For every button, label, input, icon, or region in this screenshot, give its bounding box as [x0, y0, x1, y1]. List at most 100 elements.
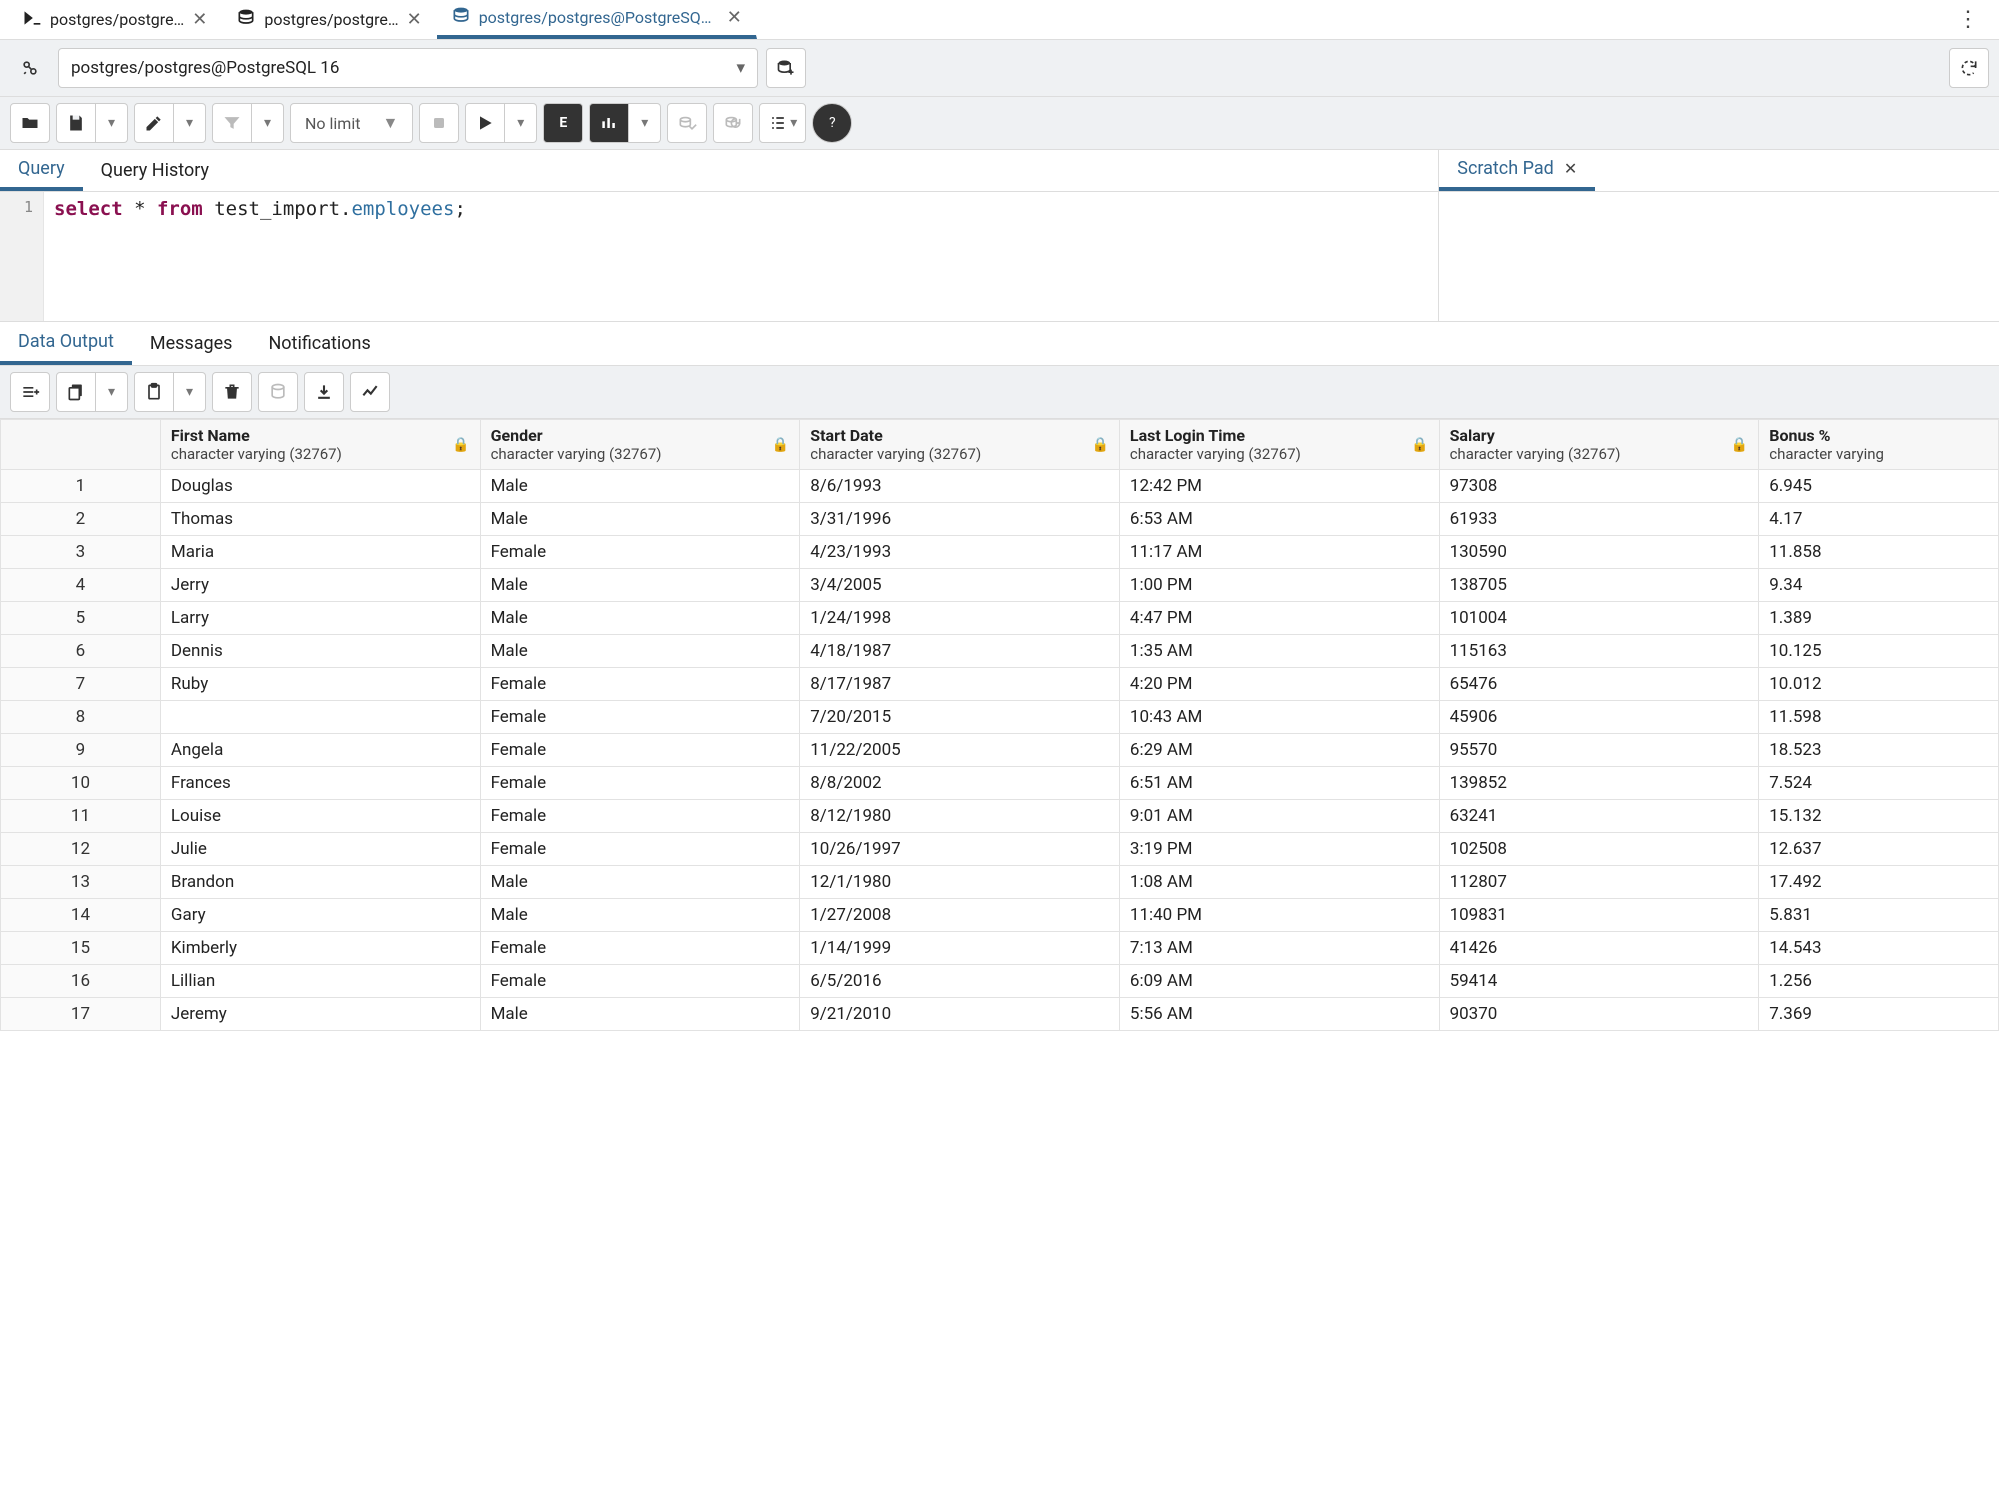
row-number-header[interactable] — [1, 420, 161, 470]
data-cell[interactable]: 90370 — [1439, 998, 1759, 1031]
data-cell[interactable]: 7.369 — [1759, 998, 1999, 1031]
data-cell[interactable]: 8/17/1987 — [800, 668, 1120, 701]
data-cell[interactable]: 1/27/2008 — [800, 899, 1120, 932]
data-cell[interactable]: 1:35 AM — [1119, 635, 1439, 668]
data-cell[interactable]: 1.256 — [1759, 965, 1999, 998]
table-row[interactable]: 3MariaFemale4/23/199311:17 AM13059011.85… — [1, 536, 1999, 569]
data-cell[interactable]: Male — [480, 569, 800, 602]
data-cell[interactable]: Female — [480, 965, 800, 998]
data-cell[interactable]: 63241 — [1439, 800, 1759, 833]
data-cell[interactable]: Lillian — [160, 965, 480, 998]
tab-messages[interactable]: Messages — [132, 322, 251, 365]
data-cell[interactable]: Gary — [160, 899, 480, 932]
data-cell[interactable]: Brandon — [160, 866, 480, 899]
table-row[interactable]: 17JeremyMale9/21/20105:56 AM903707.369 — [1, 998, 1999, 1031]
copy-menu-button[interactable] — [96, 372, 128, 412]
data-cell[interactable]: 10.125 — [1759, 635, 1999, 668]
data-cell[interactable]: 10/26/1997 — [800, 833, 1120, 866]
data-cell[interactable]: 1:08 AM — [1119, 866, 1439, 899]
data-cell[interactable]: Female — [480, 800, 800, 833]
more-menu-icon[interactable]: ⋮ — [1945, 7, 1991, 32]
data-cell[interactable]: Male — [480, 503, 800, 536]
editor-code[interactable]: select * from test_import.employees; — [44, 192, 1438, 321]
tab-scratch-pad[interactable]: Scratch Pad ✕ — [1439, 150, 1595, 191]
close-icon[interactable]: ✕ — [407, 9, 422, 30]
data-cell[interactable]: 6:53 AM — [1119, 503, 1439, 536]
data-cell[interactable]: 65476 — [1439, 668, 1759, 701]
data-cell[interactable]: 11:40 PM — [1119, 899, 1439, 932]
data-cell[interactable]: 3/31/1996 — [800, 503, 1120, 536]
data-cell[interactable]: 8/6/1993 — [800, 470, 1120, 503]
data-cell[interactable]: 139852 — [1439, 767, 1759, 800]
reload-icon[interactable] — [1949, 48, 1989, 88]
add-row-button[interactable] — [10, 372, 50, 412]
rollback-button[interactable] — [713, 103, 753, 143]
data-cell[interactable]: 4:47 PM — [1119, 602, 1439, 635]
data-cell[interactable]: 1:00 PM — [1119, 569, 1439, 602]
data-cell[interactable]: 8/12/1980 — [800, 800, 1120, 833]
table-row[interactable]: 1DouglasMale8/6/199312:42 PM973086.945 — [1, 470, 1999, 503]
row-number-cell[interactable]: 13 — [1, 866, 161, 899]
download-button[interactable] — [304, 372, 344, 412]
help-button[interactable]: ? — [812, 103, 852, 143]
chart-button[interactable] — [350, 372, 390, 412]
data-grid[interactable]: First Namecharacter varying (32767)🔒Gend… — [0, 419, 1999, 1499]
data-cell[interactable]: 12.637 — [1759, 833, 1999, 866]
close-icon[interactable]: ✕ — [1564, 159, 1577, 178]
table-row[interactable]: 12JulieFemale10/26/19973:19 PM10250812.6… — [1, 833, 1999, 866]
data-cell[interactable]: 5:56 AM — [1119, 998, 1439, 1031]
row-number-cell[interactable]: 16 — [1, 965, 161, 998]
save-button[interactable] — [56, 103, 96, 143]
row-number-cell[interactable]: 11 — [1, 800, 161, 833]
data-cell[interactable]: 8/8/2002 — [800, 767, 1120, 800]
column-header[interactable]: Bonus %character varying — [1759, 420, 1999, 470]
row-number-cell[interactable]: 3 — [1, 536, 161, 569]
data-cell[interactable]: Male — [480, 635, 800, 668]
data-cell[interactable]: Male — [480, 470, 800, 503]
open-file-button[interactable] — [10, 103, 50, 143]
table-row[interactable]: 5LarryMale1/24/19984:47 PM1010041.389 — [1, 602, 1999, 635]
data-cell[interactable]: 6:29 AM — [1119, 734, 1439, 767]
stop-button[interactable] — [419, 103, 459, 143]
column-header[interactable]: Gendercharacter varying (32767)🔒 — [480, 420, 800, 470]
data-cell[interactable]: Angela — [160, 734, 480, 767]
data-cell[interactable]: Male — [480, 899, 800, 932]
data-cell[interactable] — [160, 701, 480, 734]
data-cell[interactable]: 1/24/1998 — [800, 602, 1120, 635]
row-number-cell[interactable]: 7 — [1, 668, 161, 701]
data-cell[interactable]: 11.598 — [1759, 701, 1999, 734]
data-cell[interactable]: 7:13 AM — [1119, 932, 1439, 965]
data-cell[interactable]: 6/5/2016 — [800, 965, 1120, 998]
data-cell[interactable]: 10:43 AM — [1119, 701, 1439, 734]
data-cell[interactable]: 6.945 — [1759, 470, 1999, 503]
data-cell[interactable]: 15.132 — [1759, 800, 1999, 833]
row-number-cell[interactable]: 10 — [1, 767, 161, 800]
macros-button[interactable] — [759, 103, 806, 143]
connection-select[interactable]: postgres/postgres@PostgreSQL 16 ▾ — [58, 48, 758, 88]
file-tab-db2-active[interactable]: postgres/postgres@PostgreSQL 16* ✕ — [437, 0, 757, 39]
data-cell[interactable]: 1/14/1999 — [800, 932, 1120, 965]
explain-analyze-button[interactable] — [589, 103, 629, 143]
tab-notifications[interactable]: Notifications — [250, 322, 388, 365]
edit-button[interactable] — [134, 103, 174, 143]
data-cell[interactable]: 101004 — [1439, 602, 1759, 635]
data-cell[interactable]: 14.543 — [1759, 932, 1999, 965]
column-header[interactable]: Salarycharacter varying (32767)🔒 — [1439, 420, 1759, 470]
data-cell[interactable]: Female — [480, 701, 800, 734]
data-cell[interactable]: 11.858 — [1759, 536, 1999, 569]
data-cell[interactable]: 11/22/2005 — [800, 734, 1120, 767]
pin-connection-icon[interactable] — [10, 48, 50, 88]
table-row[interactable]: 6DennisMale4/18/19871:35 AM11516310.125 — [1, 635, 1999, 668]
data-cell[interactable]: 130590 — [1439, 536, 1759, 569]
data-cell[interactable]: 3/4/2005 — [800, 569, 1120, 602]
data-cell[interactable]: Jerry — [160, 569, 480, 602]
data-cell[interactable]: Male — [480, 998, 800, 1031]
data-cell[interactable]: 6:09 AM — [1119, 965, 1439, 998]
column-header[interactable]: First Namecharacter varying (32767)🔒 — [160, 420, 480, 470]
table-row[interactable]: 10FrancesFemale8/8/20026:51 AM1398527.52… — [1, 767, 1999, 800]
table-row[interactable]: 14GaryMale1/27/200811:40 PM1098315.831 — [1, 899, 1999, 932]
data-cell[interactable]: 7.524 — [1759, 767, 1999, 800]
table-row[interactable]: 16LillianFemale6/5/20166:09 AM594141.256 — [1, 965, 1999, 998]
data-cell[interactable]: Thomas — [160, 503, 480, 536]
data-cell[interactable]: 9/21/2010 — [800, 998, 1120, 1031]
